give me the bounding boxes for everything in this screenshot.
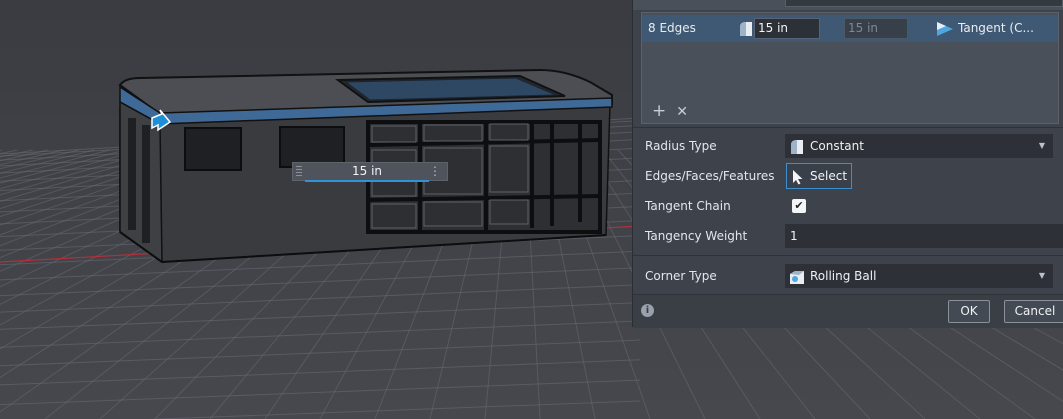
- edge-count-label: 8 Edges: [648, 21, 696, 35]
- radius-end-input[interactable]: 15 in: [844, 18, 908, 39]
- radius-type-row: Radius Type Constant ▼: [633, 131, 1063, 161]
- radius-start-input[interactable]: 15 in: [754, 18, 820, 39]
- cursor-arrow-icon: [793, 170, 803, 185]
- corner-type-label: Corner Type: [645, 269, 717, 283]
- tangent-chain-label: Tangent Chain: [645, 199, 731, 213]
- ok-button[interactable]: OK: [948, 300, 990, 323]
- select-button-label: Select: [810, 169, 848, 183]
- tangency-weight-row: Tangency Weight 1: [633, 221, 1063, 251]
- dimension-value-field[interactable]: 15 in: [305, 163, 429, 182]
- tangency-label[interactable]: Tangent (C...: [958, 15, 1034, 42]
- panel-footer: i OK Cancel: [633, 294, 1063, 328]
- corner-type-row: Corner Type Rolling Ball ▼: [633, 261, 1063, 291]
- radius-type-dropdown[interactable]: Constant ▼: [785, 134, 1053, 158]
- select-button[interactable]: Select: [786, 163, 852, 189]
- rolling-ball-icon: [790, 271, 804, 284]
- divider: [633, 255, 1063, 256]
- tangency-weight-input[interactable]: 1: [785, 224, 1063, 248]
- edges-faces-features-label: Edges/Faces/Features: [645, 169, 775, 183]
- edge-list-row[interactable]: 8 Edges 15 in 15 in Tangent (C...: [642, 15, 1058, 42]
- divider: [633, 127, 1063, 128]
- chevron-down-icon[interactable]: ▼: [1039, 135, 1045, 157]
- grip-icon[interactable]: [296, 166, 302, 177]
- fillet-radius-icon: [740, 22, 752, 36]
- edges-faces-features-row: Edges/Faces/Features Select: [633, 161, 1063, 191]
- fillet-property-panel: 8 Edges 15 in 15 in Tangent (C... + ✕ Rad…: [632, 0, 1063, 328]
- dimension-input-box[interactable]: 15 in ⋮: [292, 162, 448, 182]
- tangent-chain-checkbox[interactable]: ✔: [792, 199, 806, 213]
- remove-icon[interactable]: ✕: [676, 104, 688, 120]
- cancel-button[interactable]: Cancel: [1004, 300, 1063, 323]
- constant-radius-icon: [791, 140, 803, 154]
- radius-type-label: Radius Type: [645, 139, 717, 153]
- tangent-chain-row: Tangent Chain ✔: [633, 191, 1063, 221]
- panel-top-strip: [633, 0, 1063, 10]
- corner-type-value: Rolling Ball: [810, 269, 877, 283]
- tangency-icon: [937, 22, 953, 36]
- list-tools: + ✕: [652, 101, 698, 121]
- chevron-down-icon[interactable]: ▼: [1039, 265, 1045, 287]
- corner-type-dropdown[interactable]: Rolling Ball ▼: [785, 264, 1053, 288]
- top-field-fragment: [785, 0, 1063, 7]
- radius-type-value: Constant: [810, 139, 864, 153]
- edge-selection-list[interactable]: 8 Edges 15 in 15 in Tangent (C... + ✕: [641, 12, 1059, 124]
- info-icon[interactable]: i: [641, 304, 654, 317]
- tangency-weight-label: Tangency Weight: [645, 229, 748, 243]
- add-icon[interactable]: +: [652, 101, 666, 121]
- kebab-menu-icon[interactable]: ⋮: [429, 165, 441, 178]
